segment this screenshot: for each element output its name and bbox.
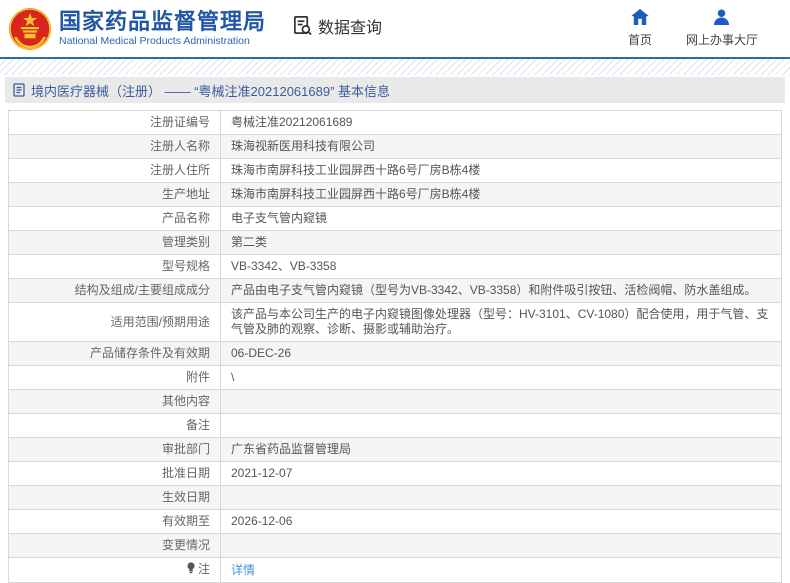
- table-row: 备注: [8, 413, 782, 438]
- table-row: 其他内容: [8, 389, 782, 414]
- row-value: 该产品与本公司生产的电子内窥镜图像处理器（型号：HV-3101、CV-1080）…: [220, 302, 782, 342]
- row-label: 审批部门: [8, 437, 221, 462]
- row-label: 批准日期: [8, 461, 221, 486]
- row-value: VB-3342、VB-3358: [220, 254, 782, 279]
- row-label: 生效日期: [8, 485, 221, 510]
- table-row: 批准日期 2021-12-07: [8, 461, 782, 486]
- table-row: 注详情: [8, 557, 782, 583]
- table-row: 审批部门 广东省药品监督管理局: [8, 437, 782, 462]
- row-label: 有效期至: [8, 509, 221, 534]
- row-label: 型号规格: [8, 254, 221, 279]
- table-row: 注册人住所 珠海市南屏科技工业园屏西十路6号厂房B栋4楼: [8, 158, 782, 183]
- nmpa-emblem-logo: [8, 7, 52, 51]
- row-label: 其他内容: [8, 389, 221, 414]
- row-label: 注册人住所: [8, 158, 221, 183]
- row-value: 珠海视新医用科技有限公司: [220, 134, 782, 159]
- table-row: 管理类别 第二类: [8, 230, 782, 255]
- site-header: 国家药品监督管理局 National Medical Products Admi…: [0, 0, 790, 57]
- table-row: 附件 \: [8, 365, 782, 390]
- data-query-tab[interactable]: 数据查询: [292, 14, 382, 38]
- table-row: 产品名称 电子支气管内窥镜: [8, 206, 782, 231]
- row-label: 注: [8, 557, 221, 583]
- row-value: 2026-12-06: [220, 509, 782, 534]
- row-label: 附件: [8, 365, 221, 390]
- table-row: 结构及组成/主要组成成分 产品由电子支气管内窥镜（型号为VB-3342、VB-33…: [8, 278, 782, 303]
- table-row: 有效期至 2026-12-06: [8, 509, 782, 534]
- person-icon: [713, 9, 730, 28]
- agency-name-cn: 国家药品监督管理局: [59, 8, 267, 34]
- row-label: 产品名称: [8, 206, 221, 231]
- table-row: 生效日期: [8, 485, 782, 510]
- row-value: [220, 413, 782, 438]
- table-row: 变更情况: [8, 533, 782, 558]
- document-icon: [13, 83, 25, 97]
- nav-home-label: 首页: [627, 33, 652, 47]
- row-value: 2021-12-07: [220, 461, 782, 486]
- table-row: 型号规格 VB-3342、VB-3358: [8, 254, 782, 279]
- row-value: 广东省药品监督管理局: [220, 437, 782, 462]
- row-value: 珠海市南屏科技工业园屏西十路6号厂房B栋4楼: [220, 182, 782, 207]
- row-label: 生产地址: [8, 182, 221, 207]
- row-value: 粤械注准20212061689: [220, 110, 782, 135]
- table-row: 生产地址 珠海市南屏科技工业园屏西十路6号厂房B栋4楼: [8, 182, 782, 207]
- row-value: [220, 485, 782, 510]
- row-value: [220, 533, 782, 558]
- brand: 国家药品监督管理局 National Medical Products Admi…: [8, 7, 266, 51]
- row-label: 产品储存条件及有效期: [8, 341, 221, 366]
- table-row: 产品储存条件及有效期 06-DEC-26: [8, 341, 782, 366]
- row-value: 第二类: [220, 230, 782, 255]
- lightbulb-icon: [186, 562, 196, 578]
- data-query-label: 数据查询: [318, 19, 383, 37]
- row-label: 注册证编号: [8, 110, 221, 135]
- agency-name-en: National Medical Products Administration: [59, 34, 250, 47]
- nav-online-hall[interactable]: 网上办事大厅: [686, 9, 758, 48]
- row-label: 变更情况: [8, 533, 221, 558]
- row-value: [220, 389, 782, 414]
- row-label: 适用范围/预期用途: [8, 302, 221, 342]
- home-icon: [631, 9, 649, 28]
- page-title: 境内医疗器械（注册） —— “粤械注准20212061689” 基本信息: [31, 83, 391, 99]
- row-value: 电子支气管内窥镜: [220, 206, 782, 231]
- row-value: 产品由电子支气管内窥镜（型号为VB-3342、VB-3358）和附件吸引按钮、活…: [220, 278, 782, 303]
- table-row: 适用范围/预期用途 该产品与本公司生产的电子内窥镜图像处理器（型号：HV-3101…: [8, 302, 782, 342]
- row-value: 详情: [220, 557, 782, 583]
- row-value: 06-DEC-26: [220, 341, 782, 366]
- document-search-icon: [292, 15, 313, 36]
- row-value: 珠海市南屏科技工业园屏西十路6号厂房B栋4楼: [220, 158, 782, 183]
- details-link[interactable]: 详情: [231, 563, 255, 577]
- table-row: 注册证编号 粤械注准20212061689: [8, 110, 782, 135]
- info-table: 注册证编号 粤械注准20212061689 注册人名称 珠海视新医用科技有限公司 注册人…: [8, 110, 782, 583]
- table-row: 注册人名称 珠海视新医用科技有限公司: [8, 134, 782, 159]
- brand-text: 国家药品监督管理局 National Medical Products Admi…: [59, 8, 267, 48]
- nav-hall-label: 网上办事大厅: [685, 33, 758, 47]
- breadcrumb: 境内医疗器械（注册） —— “粤械注准20212061689” 基本信息: [5, 77, 785, 103]
- nav-home[interactable]: 首页: [628, 9, 652, 48]
- top-nav: 首页 网上办事大厅: [628, 9, 772, 48]
- row-label: 注册人名称: [8, 134, 221, 159]
- row-label: 备注: [8, 413, 221, 438]
- row-value: \: [220, 365, 782, 390]
- row-label: 管理类别: [8, 230, 221, 255]
- row-label: 结构及组成/主要组成成分: [8, 278, 221, 303]
- striped-divider: [0, 59, 790, 75]
